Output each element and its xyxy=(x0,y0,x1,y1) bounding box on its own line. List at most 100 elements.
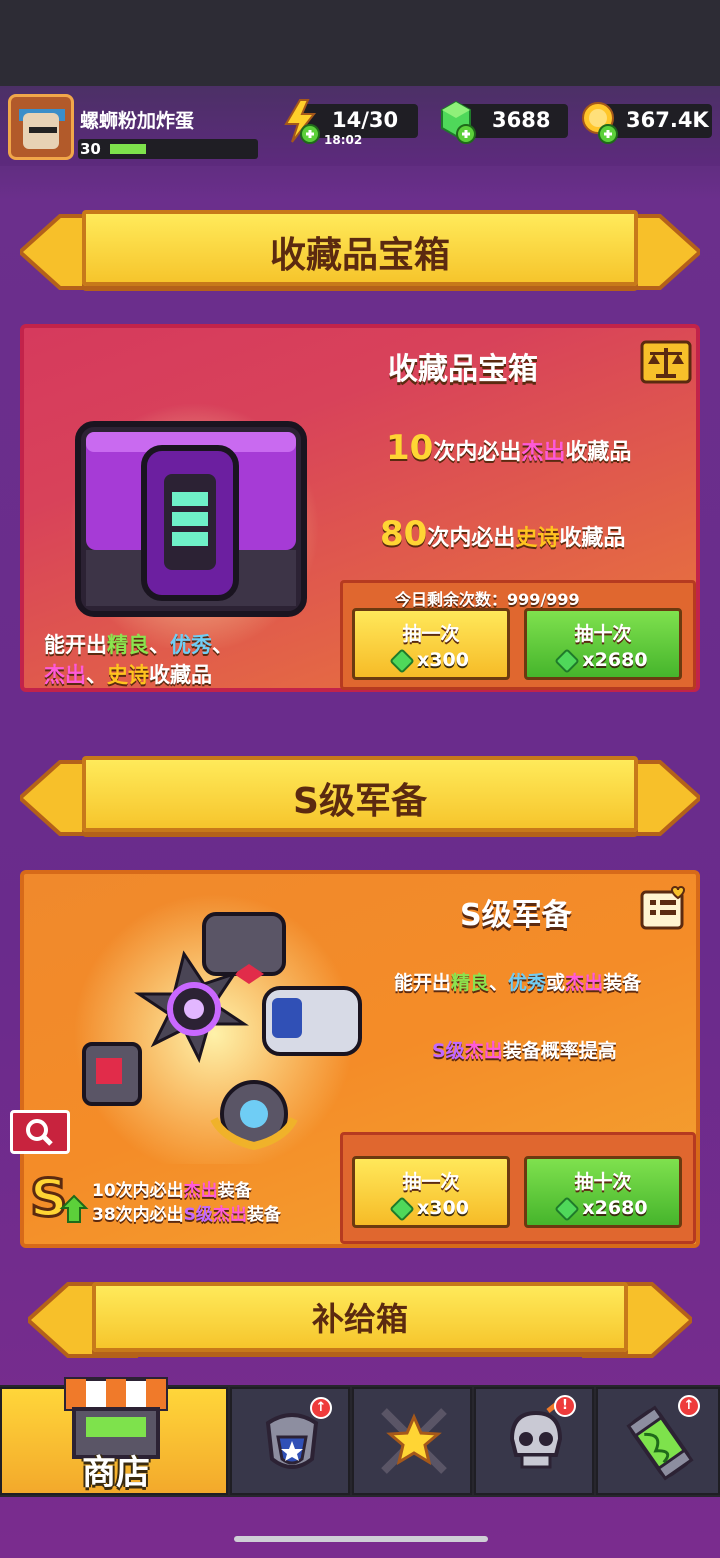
button-label: 抽十次 xyxy=(574,623,632,645)
button-label: 抽十次 xyxy=(574,1171,632,1193)
energy-timer: 18:02 xyxy=(324,133,363,147)
desc-text: 能开出 xyxy=(44,633,107,657)
rarity-outstanding: 杰出 xyxy=(521,440,566,465)
card-title: 收藏品宝箱 xyxy=(388,352,538,387)
nav-shop-label: 商店 xyxy=(82,1453,150,1493)
desc-sep: 、 xyxy=(212,633,233,657)
svg-text:S: S xyxy=(30,1169,67,1226)
cost-value: x300 xyxy=(417,649,469,671)
section-banner-supply: 补给箱 xyxy=(92,1282,628,1352)
gear-bundle-icon xyxy=(74,894,362,1164)
cost-value: x2680 xyxy=(582,649,648,671)
inspect-button[interactable] xyxy=(10,1110,70,1154)
pity-text: 10次内必出 xyxy=(92,1181,184,1201)
draw-ten-button[interactable]: 抽十次 x2680 xyxy=(524,608,682,680)
desc-sep: 、 xyxy=(489,972,509,994)
pity-count: 10 xyxy=(386,428,434,468)
card-title: S级军备 xyxy=(460,898,572,933)
rarity-excellent: 优秀 xyxy=(508,972,547,994)
chest-icon xyxy=(69,403,319,648)
scale-icon[interactable] xyxy=(640,340,692,384)
xp-bar-fill xyxy=(110,144,146,154)
nav-tab-challenge[interactable]: ! xyxy=(474,1387,594,1495)
gem-count: 3688 xyxy=(492,108,551,132)
pity-text: 次内必出 xyxy=(433,440,522,465)
desc-sep: 、 xyxy=(149,633,170,657)
gem-icon xyxy=(554,647,581,674)
section-title: 收藏品宝箱 xyxy=(269,235,450,276)
section-title: 补给箱 xyxy=(311,1300,408,1338)
chest-description: 能开出精良、优秀、 杰出、史诗收藏品 xyxy=(44,630,304,690)
gem-icon xyxy=(389,647,415,674)
player-name: 螺蛳粉加炸蛋 xyxy=(80,110,195,132)
pity-suffix: 收藏品 xyxy=(559,526,626,551)
star-swords-icon xyxy=(381,1408,447,1474)
pity-suffix: 装备 xyxy=(217,1181,252,1201)
pity-text: 38次内必出 xyxy=(92,1205,184,1225)
section-banner-s-gear: S级军备 xyxy=(82,756,638,832)
gear-rarity-line: 能开出精良、优秀或杰出装备 xyxy=(394,968,641,995)
button-cost: x2680 xyxy=(527,1195,679,1222)
rarity-outstanding: 杰出 xyxy=(44,663,86,687)
draw-once-button[interactable]: 抽一次 x300 xyxy=(352,608,510,680)
rarity-excellent: 优秀 xyxy=(170,633,212,657)
desc-text: 装备 xyxy=(603,972,642,994)
avatar-eyes xyxy=(29,127,57,133)
gem-icon xyxy=(554,1195,581,1222)
rarity-outstanding: 杰出 xyxy=(212,1205,247,1225)
pity-count: 80 xyxy=(380,514,428,554)
s-tier-label: S级 xyxy=(432,1040,465,1062)
gem-icon xyxy=(389,1195,415,1222)
desc-text: 装备概率提高 xyxy=(502,1040,617,1062)
button-cost: x2680 xyxy=(527,647,679,674)
energy-count: 14/30 xyxy=(332,108,399,132)
rarity-epic: 史诗 xyxy=(107,663,149,687)
gem-icon[interactable] xyxy=(436,98,476,148)
button-cost: x300 xyxy=(355,1195,507,1222)
pity-line-1: 10次内必出杰出收藏品 xyxy=(386,428,631,468)
rarity-fine: 精良 xyxy=(107,633,149,657)
pity-line-2: 38次内必出S级杰出装备 xyxy=(92,1200,281,1225)
player-level: 30 xyxy=(80,140,101,158)
button-label: 抽一次 xyxy=(402,623,460,645)
pity-line-2: 80次内必出史诗收藏品 xyxy=(380,514,625,554)
player-avatar[interactable] xyxy=(8,94,74,160)
nav-tab-battle[interactable] xyxy=(352,1387,472,1495)
nav-tab-gear[interactable]: ↑ xyxy=(230,1387,350,1495)
rarity-outstanding: 杰出 xyxy=(565,972,604,994)
s-tier-up-icon: S xyxy=(30,1168,89,1226)
desc-sep: 或 xyxy=(546,972,566,994)
pity-suffix: 收藏品 xyxy=(565,440,632,465)
cost-value: x2680 xyxy=(582,1197,648,1219)
draw-ten-button[interactable]: 抽十次 x2680 xyxy=(524,1156,682,1228)
s-tier-label: S级 xyxy=(183,1205,213,1225)
nav-tab-evolve[interactable]: ↑ xyxy=(596,1387,720,1495)
nav-tab-shop[interactable]: 商店 xyxy=(0,1377,228,1495)
desc-text: 收藏品 xyxy=(149,663,212,687)
energy-icon[interactable] xyxy=(280,98,320,148)
game-screen: 螺蛳粉加炸蛋 30 14/30 18:02 3688 367.4K 收藏品宝箱 … xyxy=(0,0,720,1558)
coin-icon[interactable] xyxy=(578,98,618,148)
section-title: S级军备 xyxy=(293,781,427,822)
home-indicator[interactable] xyxy=(234,1536,488,1542)
gear-rate-line: S级杰出装备概率提高 xyxy=(432,1036,617,1063)
nav-badge: ! xyxy=(554,1395,576,1417)
rarity-outstanding: 杰出 xyxy=(183,1181,218,1201)
nav-badge: ↑ xyxy=(310,1397,332,1419)
section-banner-collectibles: 收藏品宝箱 xyxy=(82,210,638,286)
list-icon[interactable] xyxy=(640,886,688,930)
status-area xyxy=(0,0,720,88)
magnifier-icon xyxy=(26,1119,53,1146)
xp-bar xyxy=(78,139,258,159)
button-label: 抽一次 xyxy=(402,1171,460,1193)
pity-line-1: 10次内必出杰出装备 xyxy=(92,1176,252,1201)
cost-value: x300 xyxy=(417,1197,469,1219)
draw-once-button[interactable]: 抽一次 x300 xyxy=(352,1156,510,1228)
rarity-fine: 精良 xyxy=(451,972,490,994)
pity-text: 次内必出 xyxy=(427,526,516,551)
remaining-draws: 今日剩余次数：999/999 xyxy=(395,590,580,609)
pity-suffix: 装备 xyxy=(246,1205,281,1225)
nav-badge: ↑ xyxy=(678,1395,700,1417)
rarity-epic: 史诗 xyxy=(515,526,560,551)
coin-count: 367.4K xyxy=(626,108,709,132)
